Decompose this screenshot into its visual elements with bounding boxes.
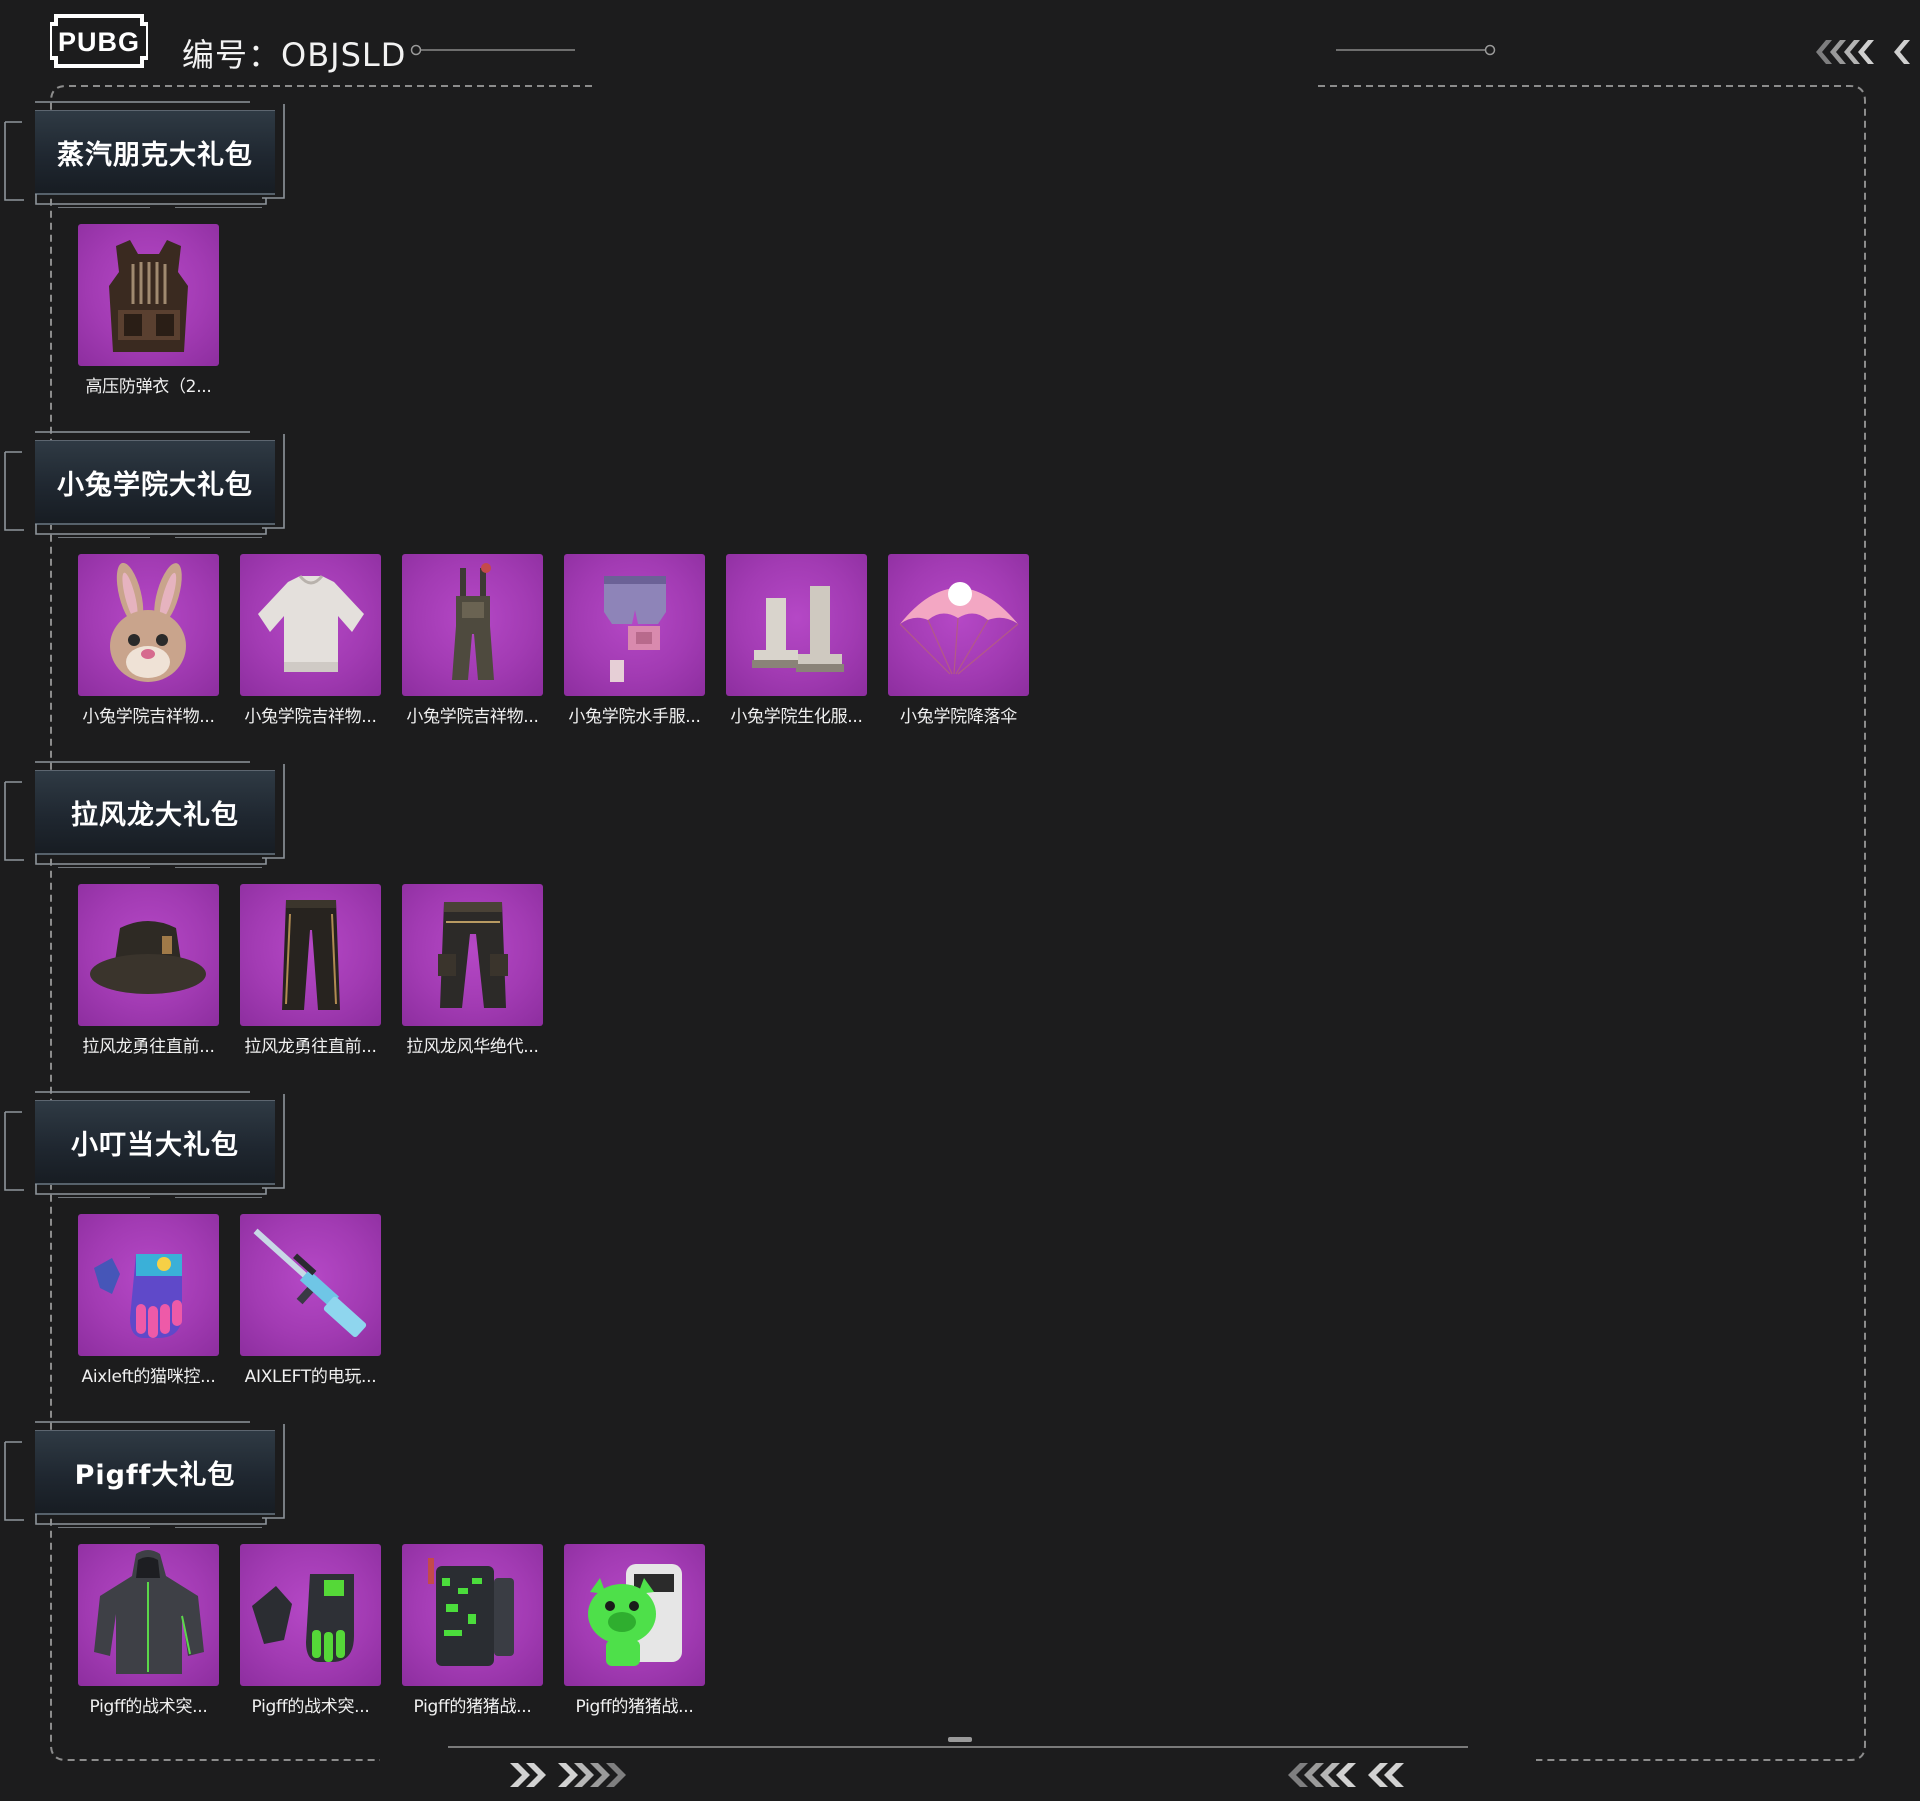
item-thumbnail[interactable] [78, 1544, 219, 1686]
boots-icon [726, 554, 867, 696]
cargo-pants-icon [402, 884, 543, 1026]
sweater-icon [240, 554, 381, 696]
section-header: 小兔学院大礼包 [0, 430, 300, 538]
item-name: 小兔学院吉祥物... [406, 707, 539, 727]
item-thumbnail[interactable] [564, 554, 705, 696]
section-2: 小兔学院大礼包 小兔学院吉祥物... 小兔学院吉祥物... 小兔学院吉祥物... 小兔学… [0, 430, 1100, 760]
item-card[interactable]: Pigff的猪猪战... [402, 1544, 543, 1717]
item-card[interactable]: 小兔学院吉祥物... [240, 554, 381, 727]
item-card[interactable]: Aixleft的猫咪控... [78, 1214, 219, 1387]
item-card[interactable]: 拉风龙勇往直前... [240, 884, 381, 1057]
tactical-gloves-icon [240, 1544, 381, 1686]
item-name: 拉风龙勇往直前... [82, 1037, 215, 1057]
chevron-right-icon [510, 1763, 626, 1787]
pubg-logo-text: PUBG [58, 27, 140, 57]
item-thumbnail[interactable] [402, 1544, 543, 1686]
item-card[interactable]: 小兔学院生化服... [726, 554, 867, 727]
item-name: 小兔学院吉祥物... [82, 707, 215, 727]
item-card[interactable]: Pigff的战术突... [78, 1544, 219, 1717]
item-thumbnail[interactable] [78, 1214, 219, 1356]
item-thumbnail[interactable] [402, 554, 543, 696]
item-card[interactable]: 拉风龙勇往直前... [78, 884, 219, 1057]
section-title: Pigff大礼包 [74, 1459, 236, 1491]
item-card[interactable]: 小兔学院吉祥物... [402, 554, 543, 727]
section-title: 小兔学院大礼包 [57, 469, 253, 501]
item-grid: 高压防弹衣（2... [78, 224, 240, 397]
item-grid: 拉风龙勇往直前... 拉风龙勇往直前... 拉风龙风华绝代... [78, 884, 564, 1057]
item-name: Aixleft的猫咪控... [81, 1367, 216, 1387]
item-card[interactable]: Pigff的战术突... [240, 1544, 381, 1717]
rifle-icon [240, 1214, 381, 1356]
section-header: Pigff大礼包 [0, 1420, 300, 1528]
pig-backpack-icon [564, 1544, 705, 1686]
hooded-jacket-icon [78, 1544, 219, 1686]
item-name: 拉风龙勇往直前... [244, 1037, 377, 1057]
item-thumbnail[interactable] [564, 1544, 705, 1686]
bucket-hat-icon [78, 884, 219, 1026]
bunny-mask-icon [78, 554, 219, 696]
item-thumbnail[interactable] [888, 554, 1029, 696]
item-name: 小兔学院吉祥物... [244, 707, 377, 727]
item-grid: 小兔学院吉祥物... 小兔学院吉祥物... 小兔学院吉祥物... 小兔学院水手服...… [78, 554, 1050, 727]
header: PUBG 编号：OBJSLD [0, 0, 1920, 100]
section-header: 小叮当大礼包 [0, 1090, 300, 1198]
item-thumbnail[interactable] [240, 554, 381, 696]
item-card[interactable]: 拉风龙风华绝代... [402, 884, 543, 1057]
item-card[interactable]: 高压防弹衣（2... [78, 224, 219, 397]
item-thumbnail[interactable] [402, 884, 543, 1026]
section-header: 蒸汽朋克大礼包 [0, 100, 300, 208]
section-3: 拉风龙大礼包拉风龙勇往直前... 拉风龙勇往直前... 拉风龙风华绝代... [0, 760, 1100, 1090]
section-5: Pigff大礼包 Pigff的战术突... Pigff的战术突... Pigff的猪猪… [0, 1420, 1100, 1750]
item-thumbnail[interactable] [726, 554, 867, 696]
section-4: 小叮当大礼包 Aixleft的猫咪控... AIXLEFT的电玩... [0, 1090, 1100, 1420]
chevron-left-icon [1816, 40, 1910, 64]
section-header: 拉风龙大礼包 [0, 760, 300, 868]
item-name: 拉风龙风华绝代... [406, 1037, 539, 1057]
item-card[interactable]: 小兔学院吉祥物... [78, 554, 219, 727]
item-thumbnail[interactable] [78, 224, 219, 366]
backpack-icon [402, 1544, 543, 1686]
section-title: 拉风龙大礼包 [71, 799, 239, 831]
item-thumbnail[interactable] [240, 884, 381, 1026]
section-title: 蒸汽朋克大礼包 [57, 139, 253, 171]
item-name: AIXLEFT的电玩... [244, 1367, 377, 1387]
header-line-right [1336, 44, 1496, 56]
section-1: 蒸汽朋克大礼包高压防弹衣（2... [0, 100, 1100, 430]
page-title: 编号：OBJSLD [182, 36, 407, 74]
item-name: Pigff的猪猪战... [575, 1697, 694, 1717]
item-grid: Aixleft的猫咪控... AIXLEFT的电玩... [78, 1214, 402, 1387]
inventory-page: PUBG 编号：OBJSLD 蒸汽朋克大礼包 高压防弹衣（2... 小兔学院大礼… [0, 0, 1920, 1801]
pants-icon [240, 884, 381, 1026]
item-name: 高压防弹衣（2... [85, 377, 212, 397]
header-line-left [410, 44, 575, 56]
item-card[interactable]: 小兔学院降落伞 [888, 554, 1029, 727]
pubg-logo: PUBG [50, 14, 148, 68]
item-name: Pigff的战术突... [251, 1697, 370, 1717]
item-name: 小兔学院降落伞 [900, 707, 1017, 727]
shorts-icon [564, 554, 705, 696]
parachute-icon [888, 554, 1029, 696]
item-thumbnail[interactable] [78, 554, 219, 696]
item-name: Pigff的猪猪战... [413, 1697, 532, 1717]
gloves-icon [78, 1214, 219, 1356]
armor-vest-icon [78, 224, 219, 366]
item-thumbnail[interactable] [78, 884, 219, 1026]
item-card[interactable]: Pigff的猪猪战... [564, 1544, 705, 1717]
item-name: Pigff的战术突... [89, 1697, 208, 1717]
section-title: 小叮当大礼包 [71, 1129, 239, 1161]
item-thumbnail[interactable] [240, 1214, 381, 1356]
overalls-icon [402, 554, 543, 696]
chevron-left-footer-icon [1288, 1763, 1404, 1787]
item-card[interactable]: AIXLEFT的电玩... [240, 1214, 381, 1387]
item-grid: Pigff的战术突... Pigff的战术突... Pigff的猪猪战... Pigf… [78, 1544, 726, 1717]
item-thumbnail[interactable] [240, 1544, 381, 1686]
item-card[interactable]: 小兔学院水手服... [564, 554, 705, 727]
item-name: 小兔学院水手服... [568, 707, 701, 727]
item-name: 小兔学院生化服... [730, 707, 863, 727]
